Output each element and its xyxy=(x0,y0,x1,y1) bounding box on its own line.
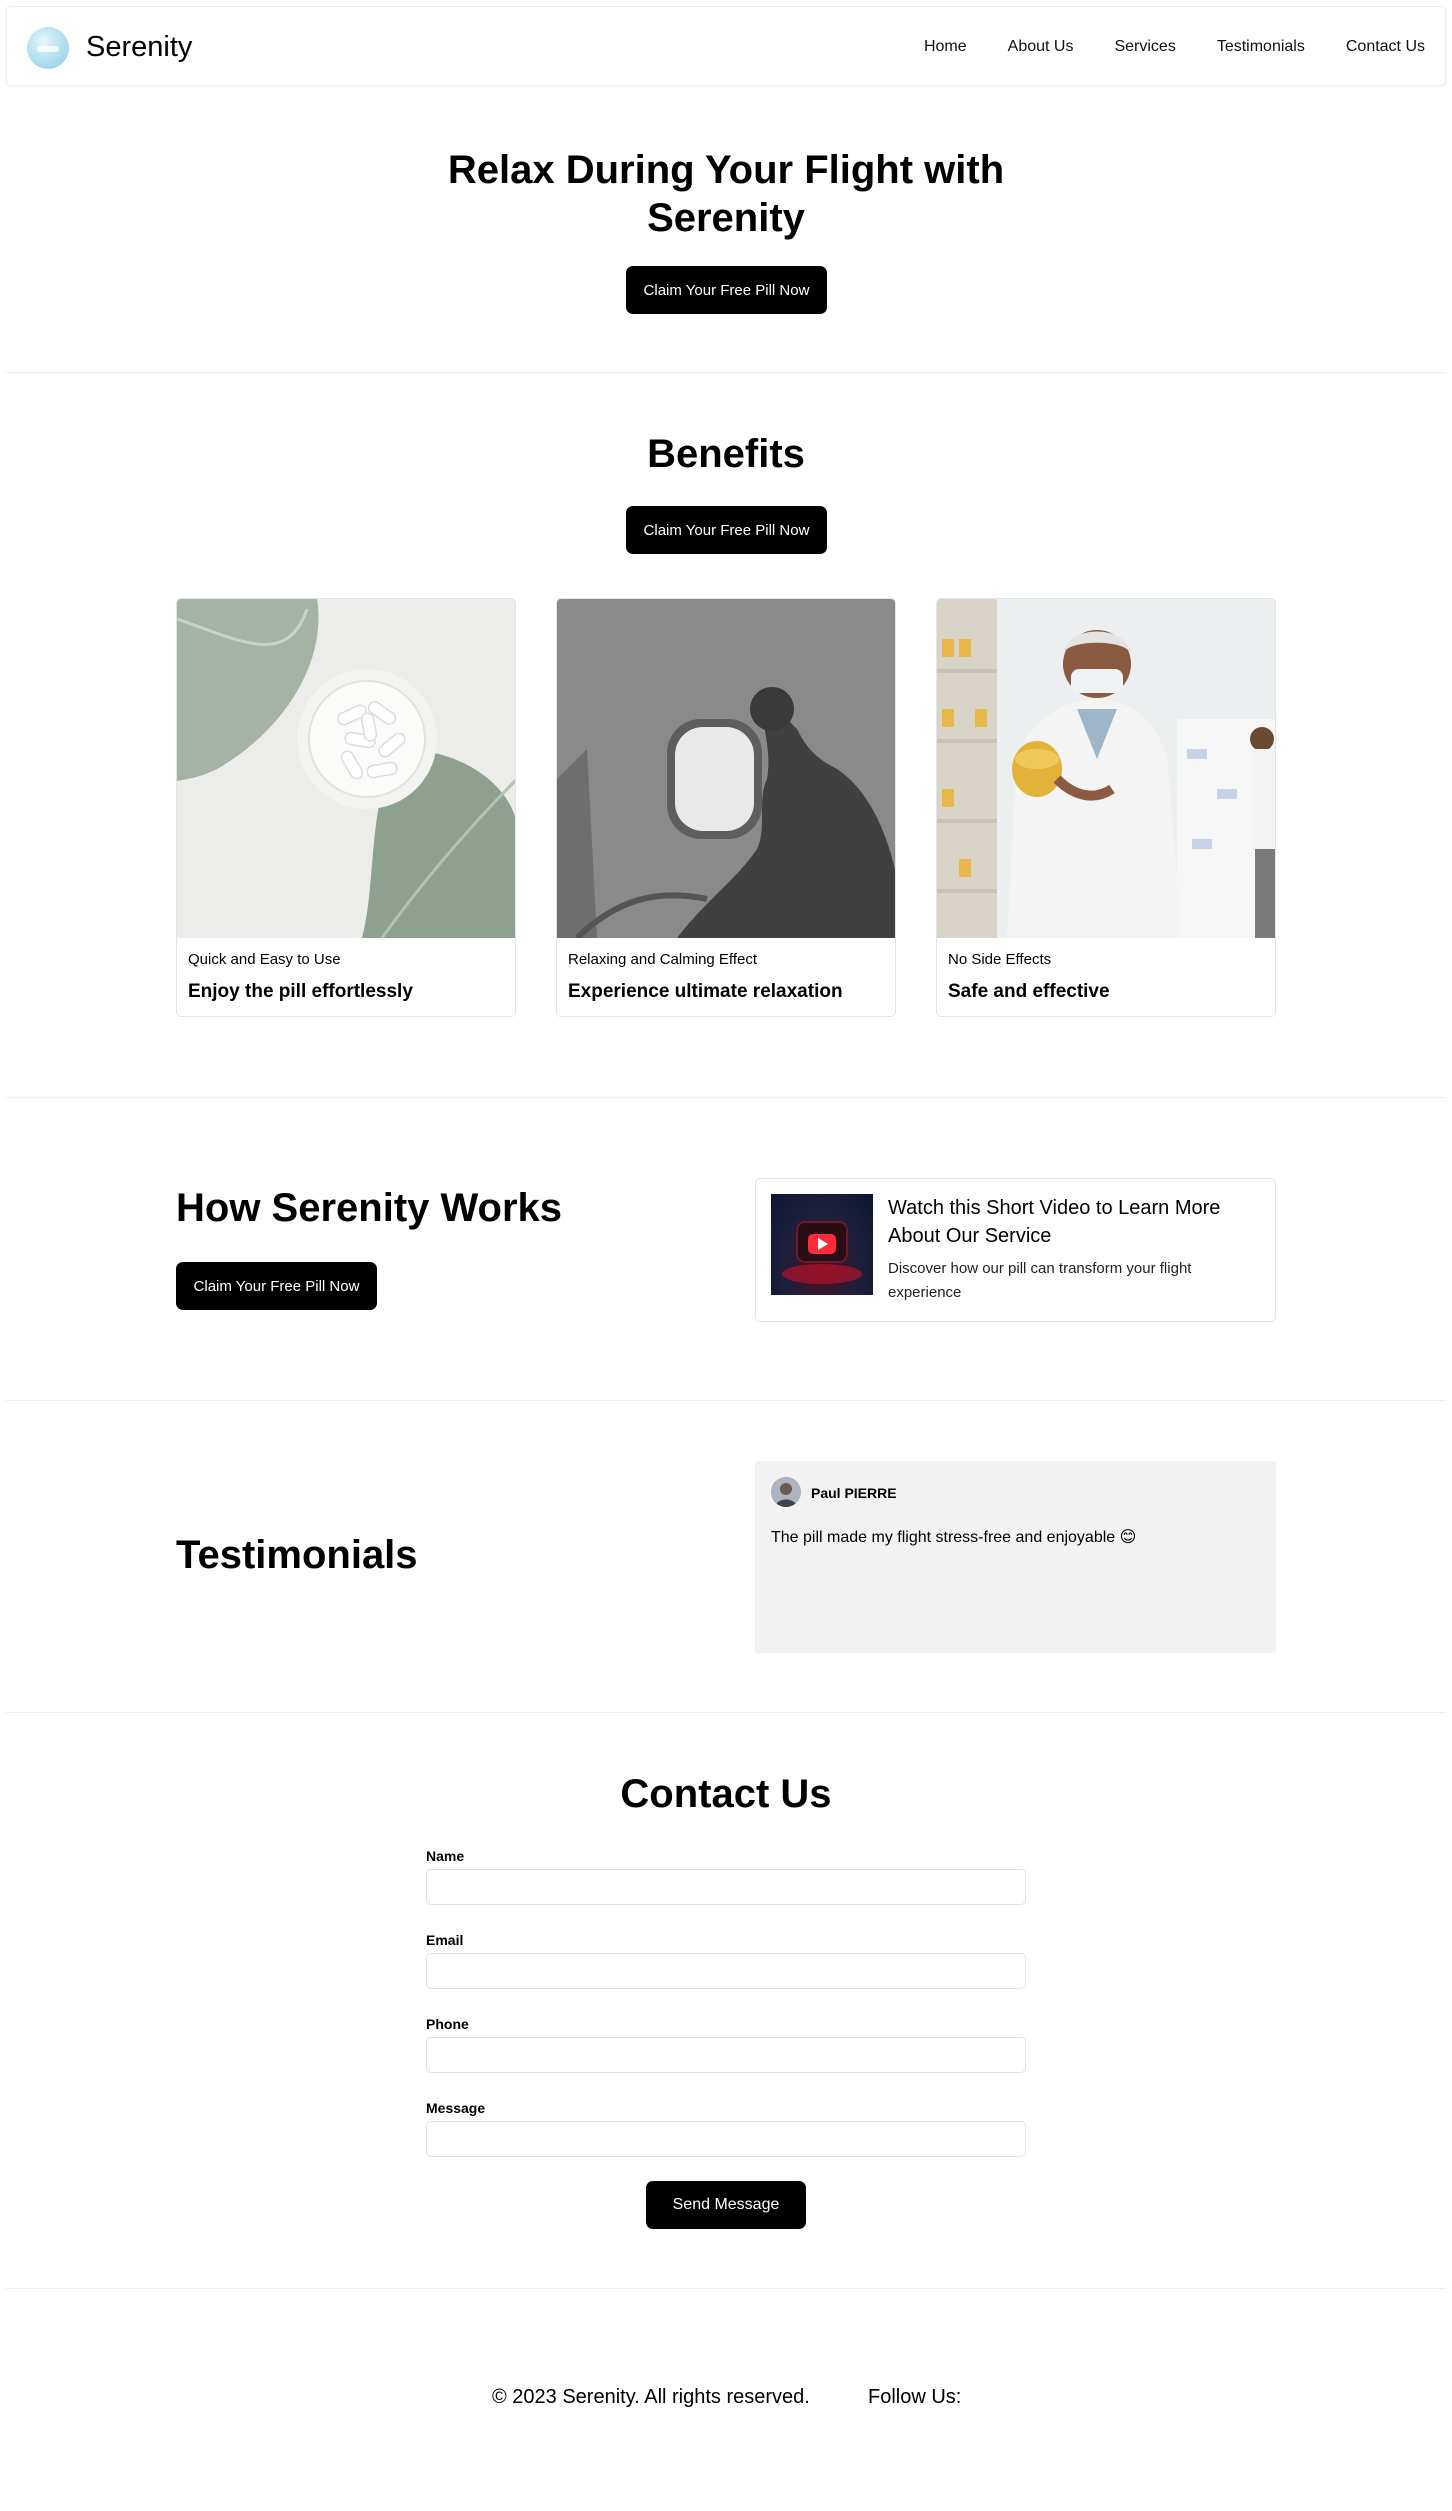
brand-name[interactable]: Serenity xyxy=(86,31,192,64)
airplane-window-image xyxy=(557,599,895,938)
pharmacist-image xyxy=(937,599,1275,938)
video-title[interactable]: Watch this Short Video to Learn More Abo… xyxy=(888,1194,1258,1250)
site-header: Serenity Home About Us Services Testimon… xyxy=(6,6,1446,86)
video-thumbnail[interactable] xyxy=(771,1194,873,1295)
email-field[interactable] xyxy=(426,1953,1026,1989)
footer-follow-us: Follow Us: xyxy=(868,2386,962,2408)
logo-icon[interactable] xyxy=(27,27,69,69)
section-divider xyxy=(6,2288,1446,2289)
phone-field[interactable] xyxy=(426,2037,1026,2073)
avatar xyxy=(771,1477,801,1507)
footer-copyright: © 2023 Serenity. All rights reserved. xyxy=(492,2386,810,2408)
email-label: Email xyxy=(426,1932,464,1948)
name-label: Name xyxy=(426,1848,465,1864)
pills-image xyxy=(177,599,515,938)
card-heading: Enjoy the pill effortlessly xyxy=(188,981,413,1002)
card-heading: Experience ultimate relaxation xyxy=(568,981,843,1002)
section-divider xyxy=(6,372,1446,373)
card-subtitle: Quick and Easy to Use xyxy=(188,951,341,968)
hero-title: Relax During Your Flight with Serenity xyxy=(447,148,1005,240)
contact-title: Contact Us xyxy=(620,1772,832,1816)
card-subtitle: No Side Effects xyxy=(948,951,1052,968)
how-title: How Serenity Works xyxy=(176,1186,563,1230)
testimonial-card: Paul PIERRE The pill made my flight stre… xyxy=(755,1461,1276,1653)
name-field[interactable] xyxy=(426,1869,1026,1905)
hero-cta-button[interactable]: Claim Your Free Pill Now xyxy=(626,266,827,314)
send-message-button[interactable]: Send Message xyxy=(646,2181,806,2229)
message-label: Message xyxy=(426,2100,486,2116)
card-subtitle: Relaxing and Calming Effect xyxy=(568,951,757,968)
testimonial-text: The pill made my flight stress-free and … xyxy=(771,1529,1137,1546)
how-cta-button[interactable]: Claim Your Free Pill Now xyxy=(176,1262,377,1310)
card-heading: Safe and effective xyxy=(948,981,1110,1002)
testimonials-title: Testimonials xyxy=(176,1533,418,1577)
nav-home[interactable]: Home xyxy=(924,38,967,56)
video-description: Discover how our pill can transform your… xyxy=(888,1260,1192,1301)
benefit-card: Relaxing and Calming Effect Experience u… xyxy=(556,598,896,1017)
nav-services[interactable]: Services xyxy=(1114,38,1175,56)
section-divider xyxy=(6,1097,1446,1098)
message-field[interactable] xyxy=(426,2121,1026,2157)
section-divider xyxy=(6,1712,1446,1713)
benefit-card: Quick and Easy to Use Enjoy the pill eff… xyxy=(176,598,516,1017)
phone-label: Phone xyxy=(426,2016,469,2032)
benefits-cta-button[interactable]: Claim Your Free Pill Now xyxy=(626,506,827,554)
video-card[interactable]: Watch this Short Video to Learn More Abo… xyxy=(755,1178,1276,1322)
testimonial-author: Paul PIERRE xyxy=(811,1485,897,1501)
nav-about-us[interactable]: About Us xyxy=(1008,38,1074,56)
nav-contact-us[interactable]: Contact Us xyxy=(1346,38,1425,56)
benefit-card: No Side Effects Safe and effective xyxy=(936,598,1276,1017)
nav-testimonials[interactable]: Testimonials xyxy=(1217,38,1305,56)
main-nav: Home About Us Services Testimonials Cont… xyxy=(883,38,1425,56)
play-icon xyxy=(808,1234,836,1254)
section-divider xyxy=(6,1400,1446,1401)
benefits-title: Benefits xyxy=(647,432,805,476)
